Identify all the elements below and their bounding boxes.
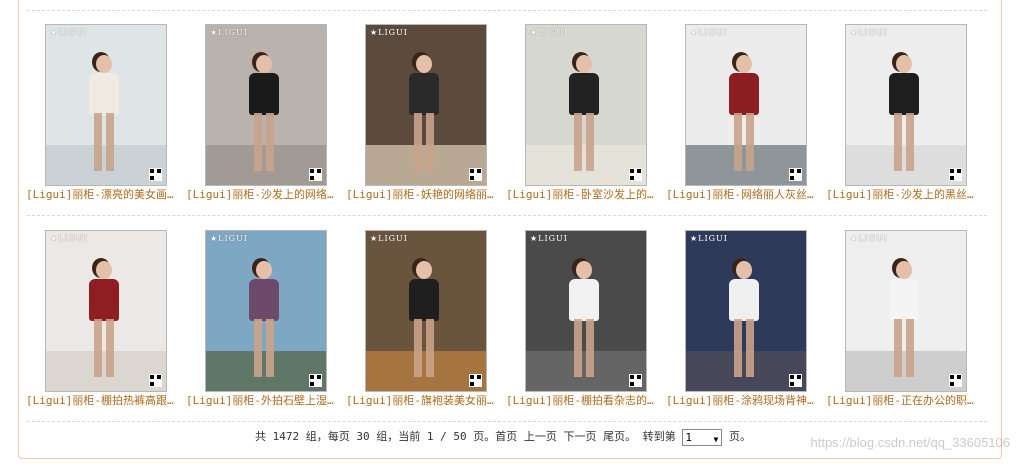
ligui-logo: ★LIGUI xyxy=(850,234,888,243)
page-select-wrapper[interactable]: 1 ▼ xyxy=(682,428,723,446)
gallery-item[interactable]: ★LIGUI [Ligui]丽柜-涂鸦现场背神… xyxy=(662,226,822,416)
gallery-item[interactable]: ★LIGUI [Ligui]丽柜-棚拍热裤高跟… xyxy=(22,226,182,416)
ligui-logo: ★LIGUI xyxy=(370,234,408,243)
thumbnail-image[interactable]: ★LIGUI xyxy=(365,230,487,392)
model-figure xyxy=(86,55,124,175)
gallery-row-1: ★LIGUI [Ligui]丽柜-漂亮的美女画… ★LIGUI [Ligui]丽柜-沙… xyxy=(22,20,990,210)
model-figure xyxy=(86,261,124,381)
gallery-item[interactable]: ★LIGUI [Ligui]丽柜-棚拍看杂志的… xyxy=(502,226,662,416)
page-select[interactable]: 1 xyxy=(682,428,723,446)
watermark: https://blog.csdn.net/qq_33605106 xyxy=(810,435,1011,450)
ligui-logo: ★LIGUI xyxy=(530,28,568,37)
qr-code-icon xyxy=(949,168,962,181)
gallery-item[interactable]: ★LIGUI [Ligui]丽柜-卧室沙发上的… xyxy=(502,20,662,210)
qr-code-icon xyxy=(309,374,322,387)
thumbnail-image[interactable]: ★LIGUI xyxy=(525,230,647,392)
model-figure xyxy=(886,261,924,381)
ligui-logo: ★LIGUI xyxy=(210,28,248,37)
gallery-caption-link[interactable]: [Ligui]丽柜-漂亮的美女画… xyxy=(26,188,186,202)
first-page-link[interactable]: 首页 xyxy=(495,430,517,443)
model-figure xyxy=(726,55,764,175)
pagination: 共 1472 组，每页 30 组，当前 1 / 50 页。首页 上一页 下一页 … xyxy=(255,428,751,446)
qr-code-icon xyxy=(629,374,642,387)
qr-code-icon xyxy=(149,168,162,181)
gallery-item[interactable]: ★LIGUI [Ligui]丽柜-沙发上的黑丝… xyxy=(822,20,982,210)
ligui-logo: ★LIGUI xyxy=(530,234,568,243)
thumbnail-image[interactable]: ★LIGUI xyxy=(685,24,807,186)
thumbnail-image[interactable]: ★LIGUI xyxy=(205,230,327,392)
model-figure xyxy=(566,261,604,381)
ligui-logo: ★LIGUI xyxy=(690,28,728,37)
gallery-item[interactable]: ★LIGUI [Ligui]丽柜-旗袍装美女丽… xyxy=(342,226,502,416)
prev-page-link[interactable]: 上一页 xyxy=(524,430,557,443)
gallery-caption-link[interactable]: [Ligui]丽柜-卧室沙发上的… xyxy=(506,188,666,202)
qr-code-icon xyxy=(309,168,322,181)
last-page-link[interactable]: 尾页。 xyxy=(603,430,636,443)
gallery-caption-link[interactable]: [Ligui]丽柜-旗袍装美女丽… xyxy=(346,394,506,408)
ligui-logo: ★LIGUI xyxy=(370,28,408,37)
pagination-summary: 共 1472 组，每页 30 组，当前 1 / 50 页。 xyxy=(255,430,496,443)
thumbnail-image[interactable]: ★LIGUI xyxy=(205,24,327,186)
ligui-logo: ★LIGUI xyxy=(50,28,88,37)
gallery-row-2: ★LIGUI [Ligui]丽柜-棚拍热裤高跟… ★LIGUI [Ligui]丽柜-外… xyxy=(22,226,990,416)
thumbnail-image[interactable]: ★LIGUI xyxy=(45,230,167,392)
thumbnail-image[interactable]: ★LIGUI xyxy=(845,24,967,186)
model-figure xyxy=(726,261,764,381)
thumbnail-image[interactable]: ★LIGUI xyxy=(525,24,647,186)
middle-divider xyxy=(27,215,987,216)
gallery-item[interactable]: ★LIGUI [Ligui]丽柜-沙发上的网络… xyxy=(182,20,342,210)
gallery-item[interactable]: ★LIGUI [Ligui]丽柜-漂亮的美女画… xyxy=(22,20,182,210)
qr-code-icon xyxy=(469,374,482,387)
model-figure xyxy=(406,55,444,175)
next-page-link[interactable]: 下一页 xyxy=(563,430,596,443)
top-divider xyxy=(27,10,987,11)
gallery-caption-link[interactable]: [Ligui]丽柜-网络丽人灰丝… xyxy=(666,188,826,202)
model-figure xyxy=(246,261,284,381)
ligui-logo: ★LIGUI xyxy=(690,234,728,243)
qr-code-icon xyxy=(949,374,962,387)
qr-code-icon xyxy=(789,374,802,387)
thumbnail-image[interactable]: ★LIGUI xyxy=(845,230,967,392)
model-figure xyxy=(566,55,604,175)
thumbnail-image[interactable]: ★LIGUI xyxy=(685,230,807,392)
gallery-caption-link[interactable]: [Ligui]丽柜-沙发上的黑丝… xyxy=(826,188,986,202)
goto-suffix: 页。 xyxy=(728,430,751,443)
gallery-item[interactable]: ★LIGUI [Ligui]丽柜-正在办公的职… xyxy=(822,226,982,416)
gallery-item[interactable]: ★LIGUI [Ligui]丽柜-外拍石壁上湿… xyxy=(182,226,342,416)
qr-code-icon xyxy=(789,168,802,181)
gallery-caption-link[interactable]: [Ligui]丽柜-涂鸦现场背神… xyxy=(666,394,826,408)
ligui-logo: ★LIGUI xyxy=(210,234,248,243)
gallery-caption-link[interactable]: [Ligui]丽柜-妖艳的网络丽… xyxy=(346,188,506,202)
thumbnail-image[interactable]: ★LIGUI xyxy=(365,24,487,186)
gallery-caption-link[interactable]: [Ligui]丽柜-棚拍热裤高跟… xyxy=(26,394,186,408)
gallery-caption-link[interactable]: [Ligui]丽柜-棚拍看杂志的… xyxy=(506,394,666,408)
thumbnail-image[interactable]: ★LIGUI xyxy=(45,24,167,186)
model-figure xyxy=(886,55,924,175)
model-figure xyxy=(406,261,444,381)
gallery-item[interactable]: ★LIGUI [Ligui]丽柜-网络丽人灰丝… xyxy=(662,20,822,210)
gallery-item[interactable]: ★LIGUI [Ligui]丽柜-妖艳的网络丽… xyxy=(342,20,502,210)
ligui-logo: ★LIGUI xyxy=(850,28,888,37)
gallery-caption-link[interactable]: [Ligui]丽柜-外拍石壁上湿… xyxy=(186,394,346,408)
model-figure xyxy=(246,55,284,175)
bottom-divider xyxy=(27,421,987,422)
qr-code-icon xyxy=(469,168,482,181)
ligui-logo: ★LIGUI xyxy=(50,234,88,243)
gallery-caption-link[interactable]: [Ligui]丽柜-沙发上的网络… xyxy=(186,188,346,202)
goto-label: 转到第 xyxy=(642,430,676,443)
gallery-caption-link[interactable]: [Ligui]丽柜-正在办公的职… xyxy=(826,394,986,408)
qr-code-icon xyxy=(629,168,642,181)
qr-code-icon xyxy=(149,374,162,387)
